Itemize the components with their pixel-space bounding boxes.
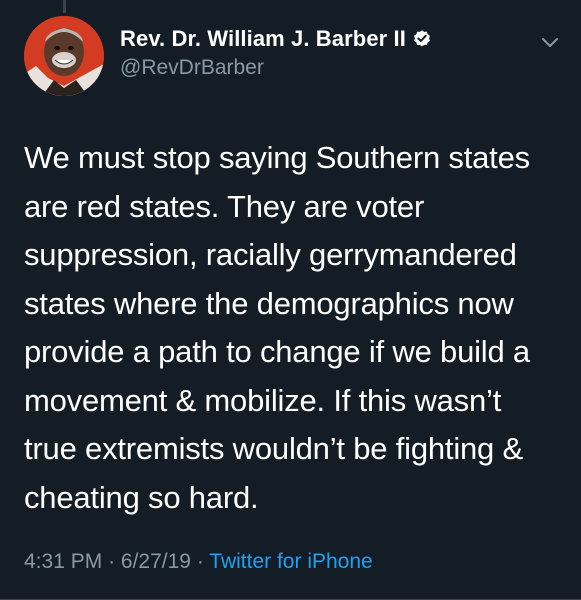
- chevron-down-icon[interactable]: [541, 36, 559, 48]
- tweet-header: Rev. Dr. William J. Barber II @RevDrBarb…: [120, 26, 432, 80]
- meta-separator: ·: [108, 550, 116, 573]
- meta-separator: ·: [196, 550, 204, 573]
- tweet-text-line: cheating so hard.: [24, 479, 259, 515]
- tweet-text-line: provide a path to change if we build a: [24, 334, 530, 369]
- tweet-meta: 4:31 PM · 6/27/19 · Twitter for iPhone: [24, 550, 373, 574]
- verified-badge-icon: [412, 29, 432, 49]
- tweet-source-link[interactable]: Twitter for iPhone: [209, 550, 372, 573]
- avatar[interactable]: [24, 16, 104, 96]
- tweet-text-line: movement & mobilize. If this wasn’t: [24, 382, 502, 418]
- author-name-row[interactable]: Rev. Dr. William J. Barber II: [120, 26, 432, 52]
- tweet-text-line: suppression, racially gerrymandered: [24, 237, 517, 272]
- author-display-name[interactable]: Rev. Dr. William J. Barber II: [120, 26, 406, 52]
- tweet-text-line: true extremists wouldn’t be fighting &: [24, 431, 523, 466]
- tweet-text-line: are red states. They are voter: [24, 188, 425, 224]
- tweet-date[interactable]: 6/27/19: [121, 550, 191, 573]
- author-handle[interactable]: @RevDrBarber: [120, 56, 432, 80]
- avatar-image: [24, 16, 104, 96]
- thread-connector-line: [63, 0, 66, 13]
- tweet-body: We must stop saying Southern states are …: [24, 134, 559, 522]
- tweet-text-line: We must stop saying Southern states: [24, 140, 530, 175]
- tweet-text-line: states where the demographics now: [24, 285, 514, 321]
- tweet-time[interactable]: 4:31 PM: [24, 550, 102, 573]
